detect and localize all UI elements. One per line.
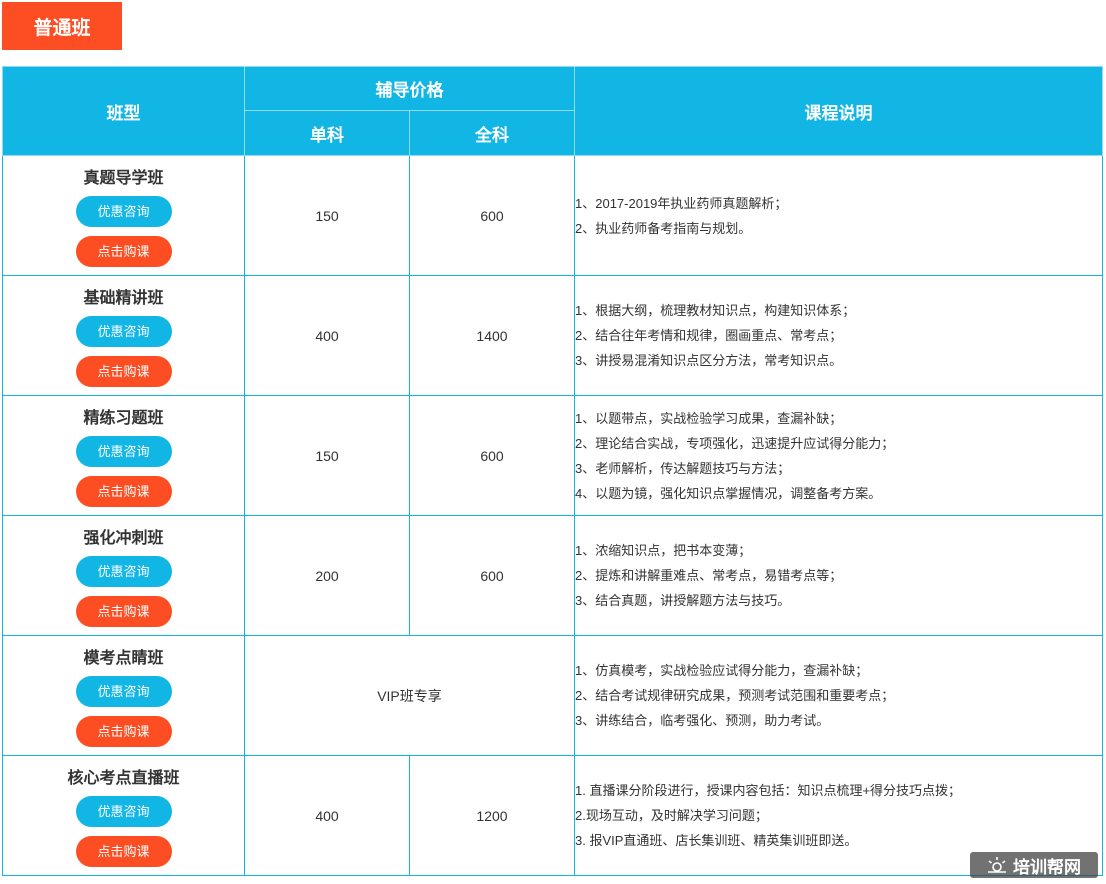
full-price: 600 (409, 155, 575, 276)
full-price: 1400 (409, 275, 575, 396)
full-price: 600 (409, 395, 575, 516)
consult-button[interactable]: 优惠咨询 (75, 676, 172, 707)
description-line: 1、浓缩知识点，把书本变薄； (575, 543, 752, 558)
description-line: 1、仿真模考，实战检验应试得分能力，查漏补缺； (575, 663, 869, 678)
header-class-type: 班型 (2, 66, 245, 156)
description-line: 1、2017-2019年执业药师真题解析； (575, 195, 788, 211)
consult-button[interactable]: 优惠咨询 (75, 436, 172, 467)
plan-cell: 强化冲刺班 优惠咨询 点击购课 (2, 515, 245, 636)
header-all-subjects: 全科 (409, 110, 575, 156)
watermark-text: 培训帮网 (1013, 857, 1081, 877)
header-price: 辅导价格 (244, 66, 575, 111)
plan-name: 模考点睛班 (83, 650, 164, 667)
buy-course-button[interactable]: 点击购课 (75, 596, 172, 627)
single-price: 150 (244, 155, 410, 276)
single-price: 400 (244, 275, 410, 396)
description-line: 2、结合往年考情和规律，圈画重点、常考点； (575, 328, 843, 343)
plan-name: 强化冲刺班 (83, 530, 164, 547)
plan-name: 基础精讲班 (83, 290, 164, 307)
plan-cell: 模考点睛班 优惠咨询 点击购课 (2, 635, 245, 756)
table-header: 班型 辅导价格 课程说明 单科 全科 (2, 66, 1103, 156)
plan-cell: 核心考点直播班 优惠咨询 点击购课 (2, 755, 245, 876)
course-description: 1、根据大纲，梳理教材知识点，构建知识体系； 2、结合往年考情和规律，圈画重点、… (574, 275, 1103, 396)
table-row: 强化冲刺班 优惠咨询 点击购课 200 600 1、浓缩知识点，把书本变薄； 2… (2, 515, 1103, 636)
description-line: 3、讲授易混淆知识点区分方法，常考知识点。 (575, 353, 843, 368)
buy-course-button[interactable]: 点击购课 (75, 356, 172, 387)
site-watermark: 培训帮网 (970, 852, 1098, 878)
description-line: 2、提炼和讲解重难点、常考点，易错考点等； (575, 568, 843, 583)
full-price: 1200 (409, 755, 575, 876)
description-line: 2、执业药师备考指南与规划。 (575, 220, 752, 236)
plan-name: 核心考点直播班 (67, 770, 180, 787)
buy-course-button[interactable]: 点击购课 (75, 716, 172, 747)
buy-course-button[interactable]: 点击购课 (75, 836, 172, 867)
single-price: 150 (244, 395, 410, 516)
consult-button[interactable]: 优惠咨询 (75, 796, 172, 827)
single-price: 400 (244, 755, 410, 876)
plan-name: 真题导学班 (83, 170, 164, 187)
description-line: 3、老师解析，传达解题技巧与方法； (575, 460, 791, 476)
plan-name: 精练习题班 (83, 410, 164, 427)
plan-cell: 基础精讲班 优惠咨询 点击购课 (2, 275, 245, 396)
table-row: 核心考点直播班 优惠咨询 点击购课 400 1200 1. 直播课分阶段进行，授… (2, 755, 1103, 876)
course-description: 1、仿真模考，实战检验应试得分能力，查漏补缺； 2、结合考试规律研究成果，预测考… (574, 635, 1103, 756)
full-price: 600 (409, 515, 575, 636)
buy-course-button[interactable]: 点击购课 (75, 476, 172, 507)
description-line: 4、以题为镜，强化知识点掌握情况，调整备考方案。 (575, 485, 882, 501)
course-description: 1、以题带点，实战检验学习成果，查漏补缺； 2、理论结合实战，专项强化，迅速提升… (574, 395, 1103, 516)
class-type-tag: 普通班 (2, 2, 122, 50)
consult-button[interactable]: 优惠咨询 (75, 316, 172, 347)
plan-cell: 精练习题班 优惠咨询 点击购课 (2, 395, 245, 516)
sun-logo-icon (988, 857, 1006, 873)
description-line: 1、以题带点，实战检验学习成果，查漏补缺； (575, 410, 843, 426)
description-line: 1、根据大纲，梳理教材知识点，构建知识体系； (575, 303, 856, 318)
description-line: 3、结合真题，讲授解题方法与技巧。 (575, 593, 791, 608)
course-plan-table: 班型 辅导价格 课程说明 单科 全科 真题导学班 优惠咨询 点击购课 150 6… (2, 66, 1103, 876)
consult-button[interactable]: 优惠咨询 (75, 556, 172, 587)
table-row: 精练习题班 优惠咨询 点击购课 150 600 1、以题带点，实战检验学习成果，… (2, 395, 1103, 516)
buy-course-button[interactable]: 点击购课 (75, 236, 172, 267)
description-line: 3、讲练结合，临考强化、预测，助力考试。 (575, 713, 830, 728)
course-description: 1、2017-2019年执业药师真题解析； 2、执业药师备考指南与规划。 (574, 155, 1103, 276)
description-line: 1. 直播课分阶段进行，授课内容包括：知识点梳理+得分技巧点拨； (575, 783, 962, 798)
table-row: 基础精讲班 优惠咨询 点击购课 400 1400 1、根据大纲，梳理教材知识点，… (2, 275, 1103, 396)
table-row: 真题导学班 优惠咨询 点击购课 150 600 1、2017-2019年执业药师… (2, 155, 1103, 276)
course-description: 1、浓缩知识点，把书本变薄； 2、提炼和讲解重难点、常考点，易错考点等； 3、结… (574, 515, 1103, 636)
description-line: 2、理论结合实战，专项强化，迅速提升应试得分能力； (575, 435, 895, 451)
description-line: 2.现场互动，及时解决学习问题； (575, 808, 768, 823)
header-single-subject: 单科 (244, 110, 410, 156)
description-line: 3. 报VIP直通班、店长集训班、精英集训班即送。 (575, 833, 858, 848)
vip-exclusive-price: VIP班专享 (244, 635, 575, 756)
single-price: 200 (244, 515, 410, 636)
plan-cell: 真题导学班 优惠咨询 点击购课 (2, 155, 245, 276)
header-description: 课程说明 (574, 66, 1103, 156)
consult-button[interactable]: 优惠咨询 (75, 196, 172, 227)
description-line: 2、结合考试规律研究成果，预测考试范围和重要考点； (575, 688, 895, 703)
table-row: 模考点睛班 优惠咨询 点击购课 VIP班专享 1、仿真模考，实战检验应试得分能力… (2, 635, 1103, 756)
